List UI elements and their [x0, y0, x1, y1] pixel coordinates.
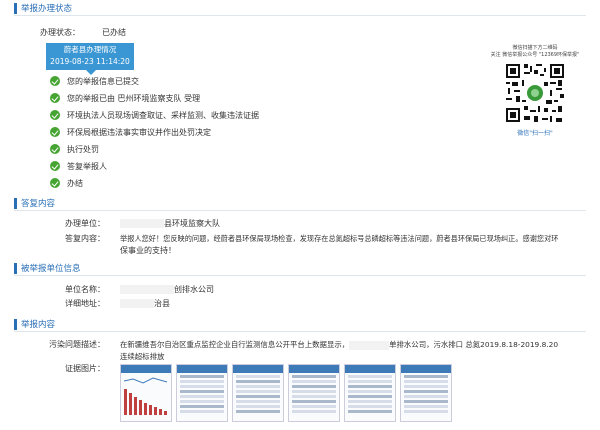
reply-content: 举报人您好！您反映的问题，经蔚者县环保局现场检查，发现存在总氮超标号总磷超标等违…: [120, 233, 586, 257]
reported-address-label: 详细地址：: [65, 299, 105, 308]
evidence-photo[interactable]: [232, 364, 284, 422]
step-text: 环保局根据违法事实审议并作出处罚决定: [67, 127, 211, 137]
qr-code-icon[interactable]: [504, 62, 566, 124]
evidence-photo[interactable]: [344, 364, 396, 422]
photo-header: [233, 365, 283, 373]
photo-header: [289, 365, 339, 373]
qr-caption-line1: 微信扫描下方二维码: [512, 45, 558, 51]
section-bar: [14, 262, 17, 274]
section-bar: [14, 2, 17, 14]
status-value: 已办结: [102, 28, 126, 37]
step-text: 执行处罚: [67, 144, 99, 154]
section-content-title: 举报内容: [14, 318, 55, 330]
section-bar: [14, 318, 17, 330]
photo-header: [401, 365, 451, 373]
redacted-block: [120, 299, 154, 308]
reply-unit-value-row: 县环境监察大队: [120, 218, 220, 229]
desc-content: 在新疆维吾尔自治区重点监控企业自行监测信息公开平台上数据显示， 单排水公司，污水排…: [120, 339, 586, 363]
divider: [14, 210, 586, 211]
reported-address-row: 治县: [120, 298, 170, 309]
section-reported-title: 被举报单位信息: [14, 262, 81, 274]
evidence-photo[interactable]: [176, 364, 228, 422]
step-text: 环境执法人员现场调查取证、采样监测、收集违法证据: [67, 110, 259, 120]
qr-caption-line2: 关注 微信举报公众号 "12369环保举报": [490, 52, 580, 58]
section-status-title: 举报办理状态: [14, 2, 72, 14]
photo-header: [177, 365, 227, 373]
section-bar: [14, 197, 17, 209]
check-circle-icon: [50, 110, 60, 120]
photo-chart-graphic: [123, 377, 168, 415]
qr-code-panel: 微信扫描下方二维码 关注 微信举报公众号 "12369环保举报" 微信"扫一扫": [487, 45, 583, 155]
redacted-block: [349, 340, 390, 350]
evidence-photo[interactable]: [288, 364, 340, 422]
progress-step: 环境执法人员现场调查取证、采样监测、收集违法证据: [50, 109, 259, 121]
evidence-photo[interactable]: [120, 364, 172, 422]
badge-date: 2019-08-23 11:14:20: [50, 57, 130, 66]
badge-title: 蔚者县办理情况: [63, 45, 117, 54]
section-reported-label: 被举报单位信息: [21, 264, 81, 274]
desc-label: 污染问题描述：: [49, 340, 105, 349]
reply-unit-value: 县环境监察大队: [164, 219, 220, 228]
reported-name-value: 创排水公司: [174, 285, 214, 294]
desc-line: 在新疆维吾尔自治区重点监控企业自行监测信息公开平台上数据显示， 单排水公司，污水排…: [120, 339, 586, 351]
progress-step: 执行处罚: [50, 143, 99, 155]
redacted-block: [120, 219, 164, 228]
section-reply-title: 答复内容: [14, 197, 55, 209]
reply-content-line: 举报人您好！您反映的问题，经蔚者县环保局现场检查，发现存在总氮超标号总磷超标等违…: [120, 234, 559, 243]
reply-unit-label: 办理单位：: [65, 219, 105, 228]
redacted-block: [120, 285, 174, 294]
step-text: 您的举报已由 巴州环境监察支队 受理: [67, 93, 201, 103]
photo-header: [121, 365, 171, 373]
progress-step: 办结: [50, 177, 83, 189]
photo-header: [345, 365, 395, 373]
check-circle-icon: [50, 144, 60, 154]
check-circle-icon: [50, 178, 60, 188]
reply-content-line: 保事业的支持！: [120, 246, 176, 255]
section-reply-label: 答复内容: [21, 199, 56, 209]
desc-text-b: 单排水公司，污水排口 总氮2019.8.18-2019.8.20: [389, 340, 559, 349]
section-content-label: 举报内容: [21, 320, 56, 330]
progress-badge: 蔚者县办理情况 2019-08-23 11:14:20: [46, 43, 134, 70]
progress-step: 环保局根据违法事实审议并作出处罚决定: [50, 126, 211, 138]
status-label: 办理状态：: [40, 28, 80, 37]
photos-label: 证据图片：: [65, 364, 105, 373]
check-circle-icon: [50, 161, 60, 171]
desc-line: 连续超标排放: [120, 352, 165, 361]
divider: [14, 275, 586, 276]
reported-address-value: 治县: [154, 299, 170, 308]
reply-content-label: 答复内容：: [65, 234, 105, 243]
divider: [14, 15, 586, 16]
qr-scan-label: 微信"扫一扫": [517, 130, 553, 137]
progress-step: 您的举报已由 巴州环境监察支队 受理: [50, 92, 200, 104]
evidence-photo[interactable]: [400, 364, 452, 422]
step-text: 您的举报信息已提交: [67, 76, 139, 86]
progress-step: 您的举报信息已提交: [50, 75, 139, 87]
divider: [14, 331, 586, 332]
check-circle-icon: [50, 76, 60, 86]
section-status-label: 举报办理状态: [21, 4, 73, 14]
reported-name-row: 创排水公司: [120, 284, 214, 295]
progress-step: 答复举报人: [50, 160, 107, 172]
desc-text-a: 在新疆维吾尔自治区重点监控企业自行监测信息公开平台上数据显示，: [120, 340, 350, 349]
step-text: 办结: [67, 178, 83, 188]
check-circle-icon: [50, 127, 60, 137]
reported-name-label: 单位名称：: [65, 285, 105, 294]
check-circle-icon: [50, 93, 60, 103]
step-text: 答复举报人: [67, 161, 107, 171]
